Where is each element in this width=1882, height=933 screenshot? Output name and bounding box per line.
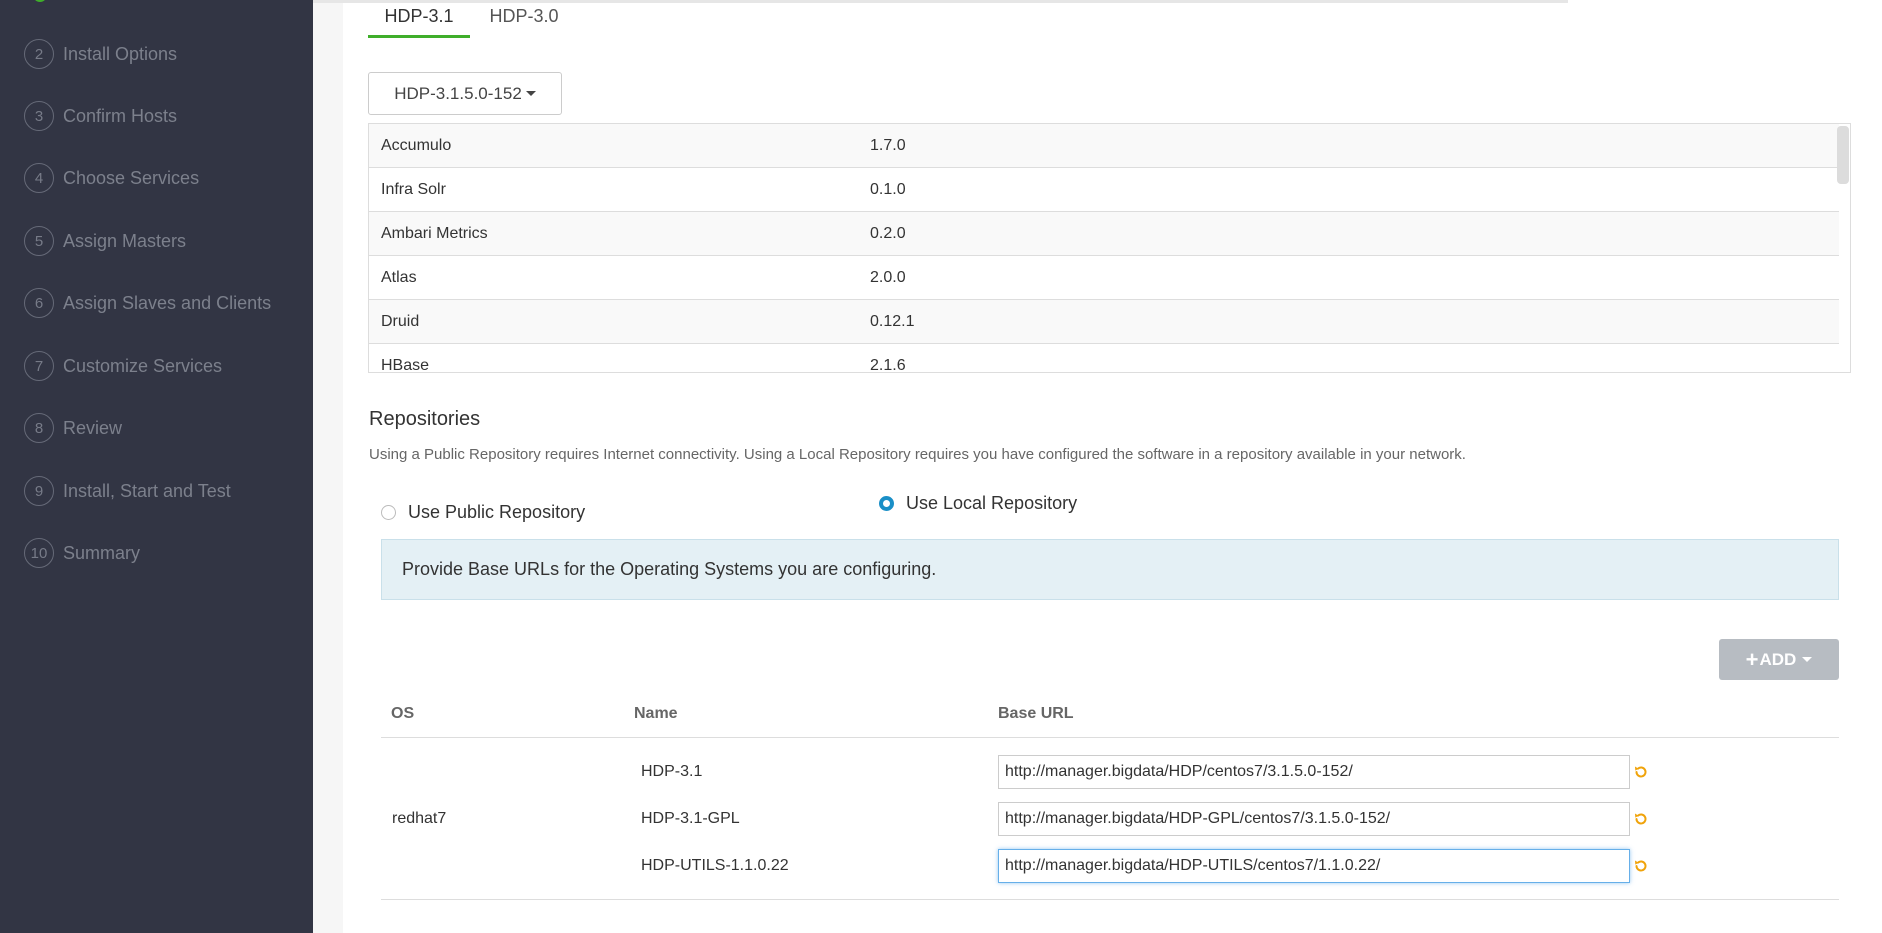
step-number: 6 — [24, 288, 54, 318]
radio-label: Use Local Repository — [906, 493, 1078, 513]
sidebar-step-assign-slaves[interactable]: 6 Assign Slaves and Clients — [24, 288, 271, 318]
sidebar-step-assign-masters[interactable]: 5 Assign Masters — [24, 226, 186, 256]
add-label: ADD — [1759, 649, 1797, 669]
info-alert: Provide Base URLs for the Operating Syst… — [381, 539, 1839, 600]
table-bottom-divider — [381, 899, 1839, 900]
radio-unchecked-icon — [381, 505, 396, 520]
undo-icon[interactable] — [1633, 858, 1649, 874]
step-number: 2 — [24, 39, 54, 69]
repositories-description: Using a Public Repository requires Inter… — [369, 446, 1466, 463]
service-version: 0.2.0 — [870, 224, 906, 242]
step-number: 7 — [24, 351, 54, 381]
sidebar-step-review[interactable]: 8 Review — [24, 413, 122, 443]
step-label: Choose Services — [63, 167, 200, 188]
step-label: Summary — [63, 542, 141, 563]
base-url-input-hdp-gpl[interactable] — [998, 802, 1630, 836]
step-number: 3 — [24, 101, 54, 131]
use-public-repository-radio[interactable]: Use Public Repository — [381, 502, 585, 523]
service-name: Atlas — [381, 268, 417, 286]
repo-name: HDP-3.1-GPL — [641, 810, 740, 827]
step-label: Assign Slaves and Clients — [63, 292, 272, 313]
version-dropdown[interactable]: HDP-3.1.5.0-152 — [368, 72, 562, 115]
use-local-repository-radio[interactable]: Use Local Repository — [879, 493, 1077, 514]
column-header-os: OS — [391, 705, 415, 722]
table-row: Ambari Metrics 0.2.0 — [369, 212, 1839, 256]
service-name: HBase — [381, 356, 430, 373]
repo-name: HDP-3.1 — [641, 763, 703, 780]
base-url-input-hdp-utils[interactable] — [998, 849, 1630, 883]
step-label: Assign Masters — [63, 230, 187, 251]
version-label: HDP-3.1.5.0-152 — [394, 83, 522, 103]
table-row: Accumulo 1.7.0 — [369, 124, 1839, 168]
sidebar-step-summary[interactable]: 10 Summary — [24, 538, 140, 568]
service-version: 2.0.0 — [870, 268, 906, 286]
os-name: redhat7 — [392, 810, 447, 827]
tab-hdp-3-1[interactable]: HDP-3.1 — [368, 6, 470, 38]
table-row: HBase 2.1.6 — [369, 344, 1839, 373]
table-scrollbar[interactable] — [1837, 126, 1849, 184]
step-number: 9 — [24, 476, 54, 506]
radio-label: Use Public Repository — [408, 502, 586, 522]
tab-hdp-3-0[interactable]: HDP-3.0 — [478, 6, 570, 38]
step-label: Review — [63, 417, 123, 438]
add-os-button[interactable]: + ADD — [1719, 639, 1839, 680]
service-name: Ambari Metrics — [381, 224, 488, 242]
step-label: Confirm Hosts — [63, 105, 178, 126]
service-version: 0.12.1 — [870, 312, 915, 330]
caret-down-icon — [1802, 657, 1813, 662]
step-label: Customize Services — [63, 355, 223, 376]
step-label: Install Options — [63, 43, 178, 64]
radio-checked-icon — [879, 496, 894, 511]
wizard-sidebar: 2 Install Options 3 Confirm Hosts 4 Choo… — [0, 0, 313, 933]
sidebar-step-confirm-hosts[interactable]: 3 Confirm Hosts — [24, 101, 177, 131]
step-number: 4 — [24, 163, 54, 193]
plus-icon: + — [1745, 646, 1759, 672]
repositories-title: Repositories — [369, 408, 481, 430]
table-row: Infra Solr 0.1.0 — [369, 168, 1839, 212]
step-number: 5 — [24, 226, 54, 256]
step-number: 10 — [24, 538, 54, 568]
undo-icon[interactable] — [1633, 811, 1649, 827]
step-1-indicator — [33, 0, 47, 2]
sidebar-step-customize-services[interactable]: 7 Customize Services — [24, 351, 222, 381]
content-gutter — [313, 3, 343, 933]
repo-name: HDP-UTILS-1.1.0.22 — [641, 857, 789, 874]
undo-icon[interactable] — [1633, 764, 1649, 780]
info-text: Provide Base URLs for the Operating Syst… — [402, 559, 937, 579]
service-name: Accumulo — [381, 136, 452, 154]
table-row: Druid 0.12.1 — [369, 300, 1839, 344]
service-name: Infra Solr — [381, 180, 446, 198]
base-url-input-hdp[interactable] — [998, 755, 1630, 789]
service-name: Druid — [381, 312, 420, 330]
table-row: Atlas 2.0.0 — [369, 256, 1839, 300]
caret-down-icon — [525, 91, 536, 96]
services-table: Accumulo 1.7.0 Infra Solr 0.1.0 Ambari M… — [368, 123, 1851, 373]
column-header-name: Name — [634, 705, 678, 722]
step-number: 8 — [24, 413, 54, 443]
column-header-base-url: Base URL — [998, 705, 1074, 722]
service-version: 0.1.0 — [870, 180, 906, 198]
service-version: 1.7.0 — [870, 136, 906, 154]
step-label: Install, Start and Test — [63, 480, 231, 501]
sidebar-step-install-start-test[interactable]: 9 Install, Start and Test — [24, 476, 231, 506]
service-version: 2.1.6 — [870, 356, 906, 373]
sidebar-step-choose-services[interactable]: 4 Choose Services — [24, 163, 199, 193]
sidebar-step-install-options[interactable]: 2 Install Options — [24, 39, 177, 69]
header-divider — [381, 737, 1839, 738]
